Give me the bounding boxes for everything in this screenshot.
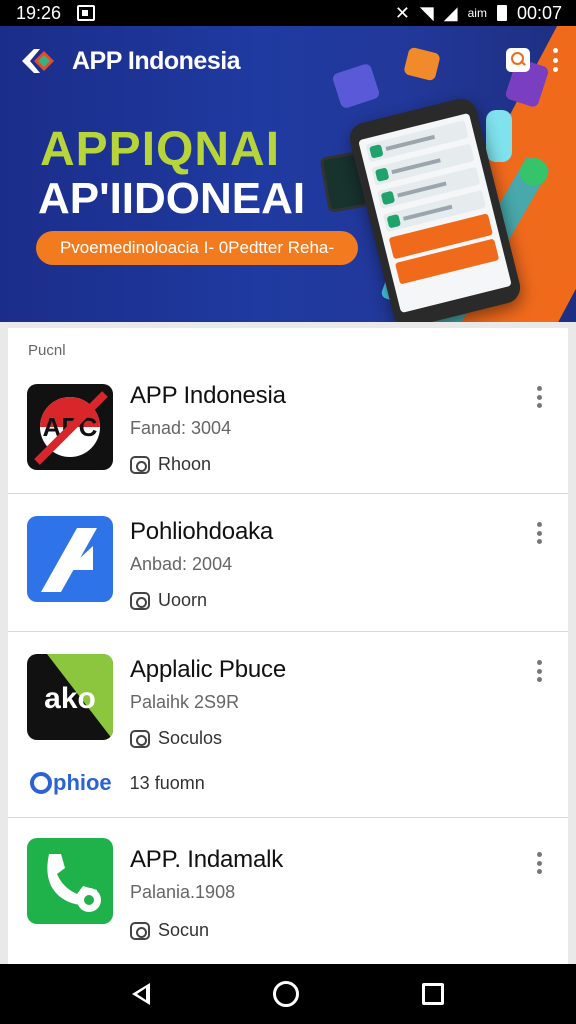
app-subtitle: Palaihk 2S9R — [130, 692, 240, 712]
app-bar: APP Indonesia — [20, 46, 241, 76]
list-item[interactable]: APP. Indamalk Palania.1908 Socun — [8, 818, 568, 968]
floating-cup-icon — [486, 110, 512, 162]
green-ako-logo-icon: ako — [27, 654, 113, 740]
floating-box-icon — [403, 46, 441, 82]
camera-icon — [130, 729, 150, 748]
banner-pill-button[interactable]: Pvoemedinoloacia I- 0Pedtter Reha- — [36, 231, 358, 265]
app-subtitle: Anbad: 2004 — [130, 554, 233, 574]
floating-card-icon — [331, 62, 381, 110]
status-bar: 19:26 ✕ ◥ ◢ aim 00:07 — [0, 0, 576, 26]
list-item[interactable]: APC APP Indonesia Fanad: 3004 Rhoon — [8, 370, 568, 494]
home-icon[interactable] — [272, 981, 299, 1007]
app-title: Applalic Pbuce — [130, 656, 286, 683]
svg-text:ako: ako — [44, 682, 96, 715]
banner-headline-1: APPIQNAI — [40, 123, 281, 176]
app-extra-text: 13 fuomn — [129, 772, 205, 793]
recent-apps-icon[interactable] — [422, 983, 445, 1005]
overflow-menu-icon[interactable] — [552, 48, 558, 72]
ophioe-brand-logo: phioe — [30, 770, 112, 796]
phone-gear-logo-icon — [27, 838, 113, 924]
app-meta-label: Uoorn — [158, 590, 208, 610]
wifi-icon: ◥ — [419, 2, 434, 23]
item-overflow-menu-icon[interactable] — [536, 852, 542, 874]
list-item[interactable]: Pohliohdoaka Anbad: 2004 Uoorn — [8, 494, 568, 632]
app-title: APP Indonesia — [72, 46, 241, 75]
item-overflow-menu-icon[interactable] — [536, 660, 542, 682]
item-overflow-menu-icon[interactable] — [536, 386, 542, 408]
item-overflow-menu-icon[interactable] — [536, 522, 542, 544]
floating-green-ball-icon — [520, 158, 548, 186]
app-meta: Soculos — [130, 728, 222, 749]
app-subtitle: Palania.1908 — [130, 882, 236, 902]
app-meta-label: Rhoon — [158, 454, 212, 474]
camera-icon — [130, 455, 150, 474]
system-nav-bar — [0, 964, 576, 1024]
search-icon[interactable] — [506, 48, 530, 72]
app-meta: Socun — [130, 920, 209, 941]
app-meta: Rhoon — [130, 454, 211, 475]
app-title: Pohliohdoaka — [130, 518, 274, 545]
banner-headline-2: AP'IIDONEAI — [38, 174, 306, 223]
camera-icon — [130, 921, 150, 940]
vibrate-icon: ✕ — [394, 2, 410, 23]
hero-banner: APP Indonesia APPIQNAI AP'IIDONEAI Pvoem… — [0, 26, 576, 322]
camera-icon — [130, 591, 150, 610]
content-area: Pucnl APC APP Indonesia Fanad: 3004 Rhoo… — [0, 322, 576, 968]
network-label: aim — [467, 6, 487, 20]
app-title: APP Indonesia — [130, 382, 286, 409]
section-label: Pucnl — [28, 342, 66, 359]
app-subtitle: Fanad: 3004 — [130, 418, 232, 438]
screenshot-notification-icon — [77, 5, 96, 21]
app-list-card: Pucnl APC APP Indonesia Fanad: 3004 Rhoo… — [8, 328, 568, 968]
status-time-right: 00:07 — [516, 2, 562, 23]
signal-icon: ◢ — [443, 2, 458, 23]
list-item[interactable]: ako Applalic Pbuce Palaihk 2S9R Soculos … — [8, 632, 568, 818]
battery-icon — [496, 5, 507, 21]
ophioe-brand-text: phioe — [53, 770, 112, 795]
app-meta: Uoorn — [130, 590, 207, 611]
app-meta-label: Soculos — [158, 728, 223, 748]
blue-a-logo-icon — [27, 516, 113, 602]
app-logo-red-icon: APC — [27, 384, 113, 470]
app-title: APP. Indamalk — [130, 846, 284, 873]
status-time-left: 19:26 — [16, 2, 62, 23]
play-arrow-logo-icon[interactable] — [20, 46, 56, 76]
ophioe-ring-icon — [30, 772, 52, 794]
app-extra-line: phioe 13 fuomn — [30, 770, 205, 796]
app-meta-label: Socun — [158, 920, 210, 940]
back-icon[interactable] — [131, 983, 150, 1005]
